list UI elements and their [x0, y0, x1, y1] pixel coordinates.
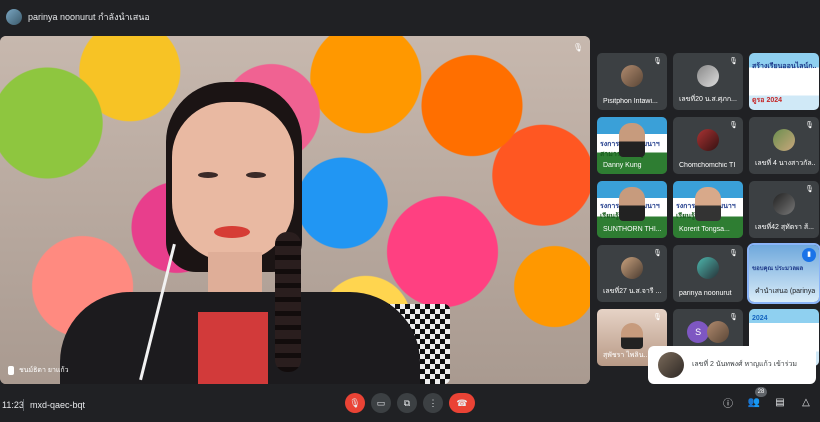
main-speaker-video	[60, 82, 420, 384]
call-controls: 🎙 ▭ ⧉ ⋮ ☎	[345, 393, 475, 413]
mic-off-icon: 🎙	[729, 314, 738, 321]
participant-tile[interactable]: 🎙 เลขที่27 น.ส.จารี ...	[597, 245, 667, 302]
presenting-label: parinya noonurut กำลังนำเสนอ	[28, 12, 150, 22]
participant-tile[interactable]: รงการอบรมพัฒนาฯสามารถเรียนรู้Danny Kung	[597, 117, 667, 174]
participant-tile[interactable]: รงการอบรมพัฒนาฯเรียนรู้SUNTHORN THI...	[597, 181, 667, 238]
participant-tile[interactable]: 🎙 Chomchomchic TI	[673, 117, 743, 174]
chat-button[interactable]: ▤	[772, 394, 788, 410]
join-notification-text: เลขที่ 2 นันทพงศ์ หาญแก้ว เข้าร่วม	[692, 361, 798, 369]
presenting-badge-icon: ▮	[802, 248, 816, 262]
mic-off-icon: 🎙	[729, 250, 738, 257]
activities-icon: △	[802, 396, 810, 408]
participant-tile[interactable]: 🎙 parinya noonurut	[673, 245, 743, 302]
participant-name: เลขที่ 4 นางสาวกัล...	[755, 160, 815, 167]
presenting-banner: parinya noonurut กำลังนำเสนอ	[0, 0, 820, 34]
mic-toggle-button[interactable]: 🎙	[345, 393, 365, 413]
participants-grid: 🎙 Pisitphon Intawi... 🎙 เลขที่20 น.ส.ศุภก.…	[597, 53, 820, 366]
main-tile-name: ชนม์ธิดา ยาแก้ว	[8, 365, 69, 376]
join-notification: เลขที่ 2 นันทพงศ์ หาญแก้ว เข้าร่วม	[648, 346, 816, 384]
slide-text: 2024	[752, 315, 768, 322]
participant-name: SUNTHORN THI...	[603, 226, 662, 233]
participant-tile[interactable]: รงการอบรมพัฒนาฯเรียนรู้Korerit Tongsa...	[673, 181, 743, 238]
clock: 11:23	[2, 400, 24, 410]
main-video-tile[interactable]: 🎙 ชนม์ธิดา ยาแก้ว	[0, 36, 590, 384]
participant-name: Pisitphon Intawi...	[603, 98, 658, 105]
participant-count-badge: 28	[755, 387, 767, 397]
camera-toggle-button[interactable]: ▭	[371, 393, 391, 413]
slide-text: ดูรอ 2024	[752, 97, 783, 104]
mic-off-icon: 🎙	[729, 58, 738, 65]
people-icon: 👥	[747, 396, 761, 408]
slide-text: สร้างเรียนออนไลน์ก..	[752, 63, 816, 70]
main-tile-name-label: ชนม์ธิดา ยาแก้ว	[19, 367, 69, 374]
mic-off-icon: 🎙	[805, 122, 814, 129]
leave-call-button[interactable]: ☎	[449, 393, 475, 413]
slide-text: ขอบคุณ ประมวลผล	[752, 266, 804, 272]
mic-off-icon: 🎙	[805, 186, 814, 193]
avatar	[658, 352, 684, 378]
present-screen-icon: ⧉	[403, 397, 411, 408]
participant-name: เลขที่42 สุทัตรา ส้...	[755, 224, 814, 231]
meeting-code: mxd-qaec-bqt	[30, 400, 86, 410]
present-button[interactable]: ⧉	[397, 393, 417, 413]
info-icon: ⓘ	[723, 398, 733, 410]
participant-name: คำนำเสนอ (parinya n...	[755, 288, 815, 295]
presenter-avatar	[6, 9, 22, 25]
mic-off-icon: 🎙	[349, 397, 361, 408]
camera-icon: ▭	[376, 397, 386, 408]
more-vert-icon: ⋮	[428, 397, 438, 408]
activities-button[interactable]: △	[798, 394, 814, 410]
participant-tile[interactable]: 🎙 Pisitphon Intawi...	[597, 53, 667, 110]
people-button[interactable]: 👥 28	[746, 387, 767, 410]
participant-tile[interactable]: 🎙 เลขที่ 4 นางสาวกัล...	[749, 117, 819, 174]
mic-off-icon: 🎙	[653, 314, 662, 321]
mic-off-icon: 🎙	[653, 58, 662, 65]
participant-tile-presenting[interactable]: ขอบคุณ ประมวลผล ▮ คำนำเสนอ (parinya n...	[747, 243, 820, 304]
mic-off-icon: 🎙	[653, 250, 662, 257]
pin-icon[interactable]	[8, 366, 14, 375]
hang-up-icon: ☎	[456, 397, 468, 408]
more-options-button[interactable]: ⋮	[423, 393, 443, 413]
meeting-details-button[interactable]: ⓘ	[720, 394, 736, 410]
participant-tile[interactable]: 🎙 เลขที่20 น.ส.ศุภก...	[673, 53, 743, 110]
participant-name: Chomchomchic TI	[679, 162, 736, 169]
mic-off-icon: 🎙	[729, 122, 738, 129]
participant-name: Danny Kung	[603, 162, 642, 169]
participant-name: parinya noonurut	[679, 290, 732, 297]
bottom-bar: 11:23 mxd-qaec-bqt 🎙 ▭ ⧉ ⋮ ☎ ⓘ 👥 28 ▤ △	[0, 387, 820, 422]
participant-name: Korerit Tongsa...	[679, 226, 730, 233]
mic-off-icon: 🎙	[572, 43, 584, 52]
participant-name: เลขที่20 น.ส.ศุภก...	[679, 96, 737, 103]
participant-tile[interactable]: สร้างเรียนออนไลน์ก.. ดูรอ 2024	[749, 53, 819, 110]
participant-tile[interactable]: 🎙 เลขที่42 สุทัตรา ส้...	[749, 181, 819, 238]
side-controls: ⓘ 👥 28 ▤ △	[720, 387, 814, 410]
divider	[23, 399, 24, 411]
participant-name: เลขที่27 น.ส.จารี ...	[603, 288, 662, 295]
chat-icon: ▤	[775, 396, 785, 408]
